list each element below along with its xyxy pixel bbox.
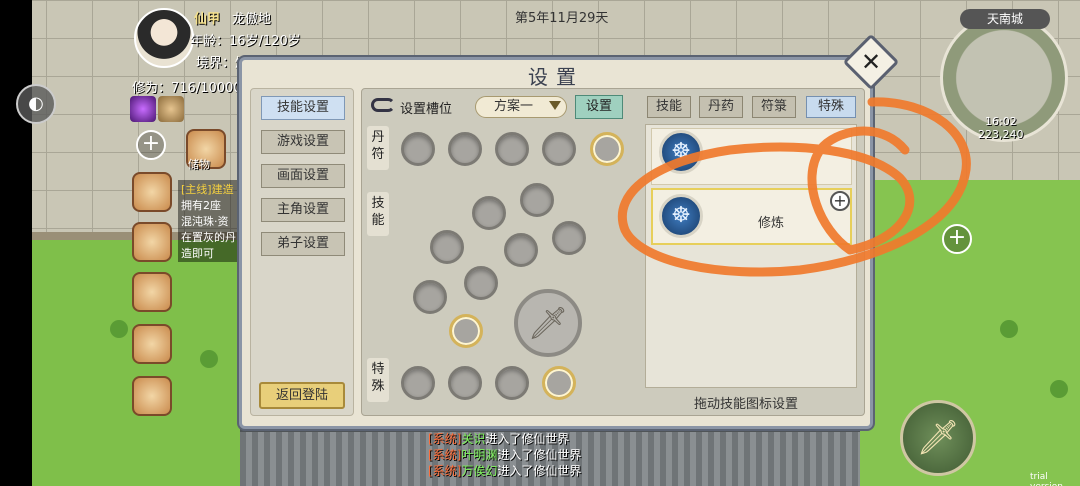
tab-special[interactable]: 特殊 (806, 96, 856, 118)
skill-slot[interactable] (504, 233, 538, 267)
special-slot[interactable] (448, 366, 482, 400)
meditate-icon[interactable]: ☸ (659, 130, 703, 174)
player-avatar[interactable] (134, 8, 194, 68)
back-to-login-button[interactable]: 返回登陆 (259, 382, 345, 409)
nav-game-settings[interactable]: 游戏设置 (261, 130, 345, 154)
add-skill-icon[interactable]: + (830, 191, 850, 211)
gear-settings-icon[interactable] (132, 376, 172, 416)
trial-version-label: trial version (1030, 472, 1063, 486)
system-chat: [系统]关识进入了修仙世界 [系统]叶明渊进入了修仙世界 [系统]万俟幻进入了修… (428, 431, 581, 479)
tab-skills[interactable]: 技能 (647, 96, 691, 118)
player-cultivation: 修为：716/10000 (132, 81, 242, 96)
pill-slot[interactable] (448, 132, 482, 166)
buff-orb-icon[interactable] (130, 96, 156, 122)
side-tab-skills: 技能 (367, 192, 389, 236)
minimap-city-name: 天南城 (960, 9, 1050, 29)
side-tab-pills: 丹符 (367, 126, 389, 170)
skill-name: 修炼 (758, 216, 785, 231)
slot-header-label: 设置槽位 (400, 102, 453, 117)
drag-hint: 拖动技能图标设置 (694, 397, 799, 412)
tab-pills[interactable]: 丹药 (699, 96, 743, 118)
screen-edge (0, 0, 32, 486)
swirl-icon (371, 98, 395, 112)
tab-charms[interactable]: 符箓 (752, 96, 796, 118)
special-slot[interactable] (495, 366, 529, 400)
expand-plus-button[interactable]: + (136, 130, 166, 160)
nav-hero-settings[interactable]: 主角设置 (261, 198, 345, 222)
attack-sword-button[interactable]: 🗡 (900, 400, 976, 476)
skill-slot[interactable] (552, 221, 586, 255)
quest-line: 拥有2座 (181, 199, 221, 212)
skill-slot[interactable] (449, 314, 483, 348)
fist-icon[interactable] (132, 222, 172, 262)
skill-slot[interactable] (430, 230, 464, 264)
pill-slot[interactable] (401, 132, 435, 166)
quest-line: 造即可 (181, 247, 214, 260)
sage-character-icon[interactable] (132, 172, 172, 212)
player-age: 年龄：16岁/120岁 (190, 34, 301, 49)
pill-slot[interactable] (495, 132, 529, 166)
chat-line: [系统]叶明渊进入了修仙世界 (428, 448, 582, 462)
bush (1050, 380, 1068, 398)
meditate-icon[interactable]: ☸ (659, 194, 703, 238)
apply-preset-button[interactable]: 设置 (575, 95, 623, 119)
game-date: 第5年11月29天 (515, 11, 609, 26)
nav-disciple-settings[interactable]: 弟子设置 (261, 232, 345, 256)
storage-bag-label: 储物 (188, 158, 210, 171)
special-slot[interactable] (542, 366, 576, 400)
quest-tag: [主线]建造 (181, 183, 234, 196)
buff-pearl-icon[interactable] (158, 96, 184, 122)
bush (1000, 320, 1018, 338)
bush (110, 320, 128, 338)
floating-assist-button[interactable]: ◐ (16, 84, 56, 124)
bush (200, 350, 218, 368)
skill-slot[interactable] (464, 266, 498, 300)
player-name: 仙甲 (194, 12, 221, 27)
chevron-down-icon[interactable] (549, 101, 561, 110)
skill-slot[interactable] (520, 183, 554, 217)
quest-line: 在置灰的丹 (181, 231, 236, 244)
nav-display-settings[interactable]: 画面设置 (261, 164, 345, 188)
scroll-icon[interactable] (132, 324, 172, 364)
pill-slot[interactable] (590, 132, 624, 166)
pill-slot[interactable] (542, 132, 576, 166)
special-slot[interactable] (401, 366, 435, 400)
minimap-time: 16:02 (985, 115, 1017, 128)
side-tab-special: 特殊 (367, 358, 389, 402)
chat-line: [系统]关识进入了修仙世界 (428, 432, 570, 446)
nav-skill-settings[interactable]: 技能设置 (261, 96, 345, 120)
quest-line: 混沌珠·资 (181, 215, 229, 228)
close-icon[interactable]: ✕ (851, 42, 891, 82)
skill-slot[interactable] (413, 280, 447, 314)
chat-line: [系统]万俟幻进入了修仙世界 (428, 464, 582, 478)
add-right-button[interactable]: + (942, 224, 972, 254)
quest-tracker[interactable]: [主线]建造 拥有2座 混沌珠·资 在置灰的丹 造即可 (178, 180, 240, 262)
player-location: 龙傲地 (232, 12, 272, 27)
sword-attack-slot[interactable]: 🗡 (514, 289, 582, 357)
team-icon[interactable] (132, 272, 172, 312)
skill-slot[interactable] (472, 196, 506, 230)
minimap-coordinates: 223,240 (978, 128, 1024, 141)
